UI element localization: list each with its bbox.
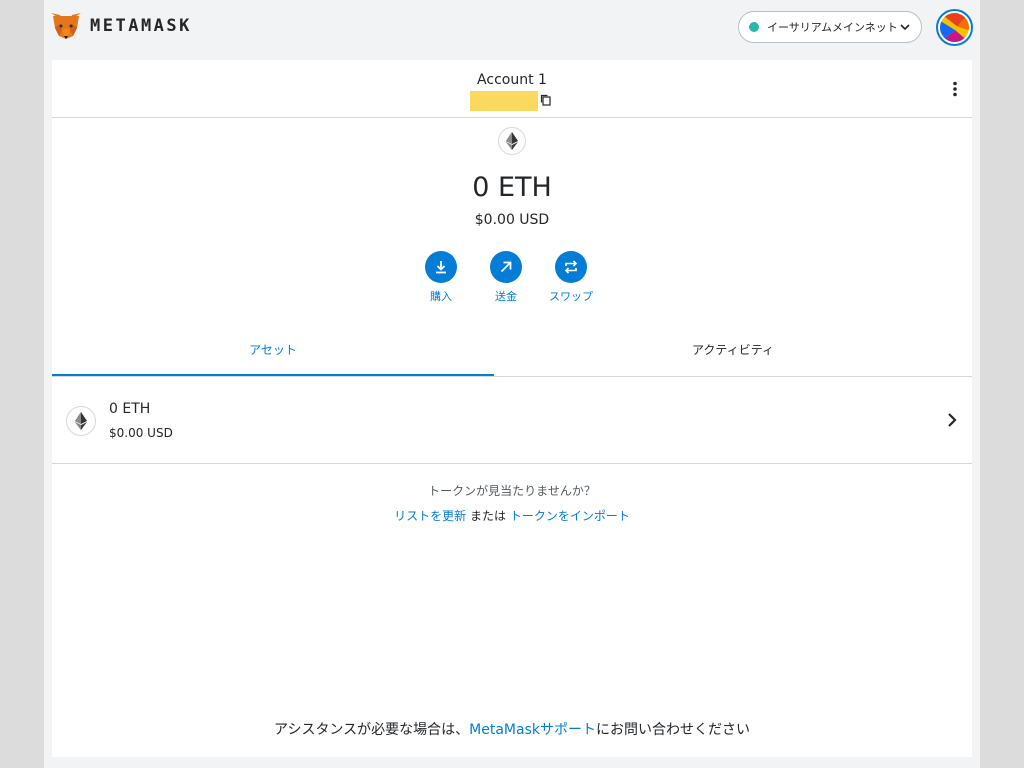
account-avatar[interactable] (936, 9, 973, 46)
swap-label: スワップ (549, 290, 593, 303)
send-button[interactable]: 送金 (474, 251, 538, 304)
refresh-list-link[interactable]: リストを更新 (394, 509, 466, 523)
fox-icon (51, 13, 81, 39)
wallet-overview: Account 1 0 ETH $0.00 USD 購入 送金 スワップ アセッ… (52, 60, 972, 757)
swap-icon (555, 251, 587, 283)
metamask-logo[interactable]: METAMASK (50, 12, 192, 40)
asset-list-item[interactable]: 0 ETH $0.00 USD (52, 378, 972, 464)
asset-amount: 0 ETH (109, 401, 151, 417)
or-text: または (466, 509, 510, 523)
asset-usd-value: $0.00 USD (109, 426, 173, 440)
download-icon (425, 251, 457, 283)
chevron-down-icon (900, 24, 910, 31)
tab-bar: アセット アクティビティ (52, 325, 972, 377)
header: METAMASK イーサリアムメインネット (44, 0, 980, 56)
account-name[interactable]: Account 1 (52, 72, 972, 88)
tab-activity[interactable]: アクティビティ (494, 325, 972, 376)
swap-button[interactable]: スワップ (539, 251, 603, 304)
ethereum-icon (498, 127, 526, 155)
support-footer: アシスタンスが必要な場合は、MetaMaskサポートにお問い合わせください (52, 719, 972, 739)
copy-icon[interactable] (540, 94, 552, 106)
metamask-app: METAMASK イーサリアムメインネット Account 1 0 ETH $0… (44, 0, 980, 768)
token-help-links: リストを更新 または トークンをインポート (52, 507, 972, 524)
logo-text: METAMASK (90, 16, 192, 36)
missing-token-question: トークンが見当たりませんか？ (428, 484, 596, 498)
account-address-redacted[interactable] (470, 91, 538, 111)
support-suffix: にお問い合わせください (596, 722, 750, 738)
usd-balance: $0.00 USD (474, 212, 550, 228)
buy-label: 購入 (430, 290, 452, 303)
arrow-up-right-icon (490, 251, 522, 283)
eth-balance: 0 ETH (472, 172, 552, 203)
tab-assets[interactable]: アセット (52, 325, 494, 376)
support-prefix: アシスタンスが必要な場合は、 (274, 722, 470, 738)
identicon (940, 13, 969, 42)
kebab-menu-icon[interactable] (948, 80, 962, 98)
network-label: イーサリアムメインネット (767, 21, 898, 34)
support-link[interactable]: MetaMaskサポート (469, 722, 596, 738)
send-label: 送金 (495, 290, 517, 303)
network-status-dot (749, 22, 759, 32)
import-tokens-link[interactable]: トークンをインポート (510, 509, 630, 523)
ethereum-icon (66, 406, 96, 436)
network-selector[interactable]: イーサリアムメインネット (738, 11, 922, 43)
account-bar: Account 1 (52, 60, 972, 118)
chevron-right-icon (948, 413, 957, 427)
buy-button[interactable]: 購入 (409, 251, 473, 304)
